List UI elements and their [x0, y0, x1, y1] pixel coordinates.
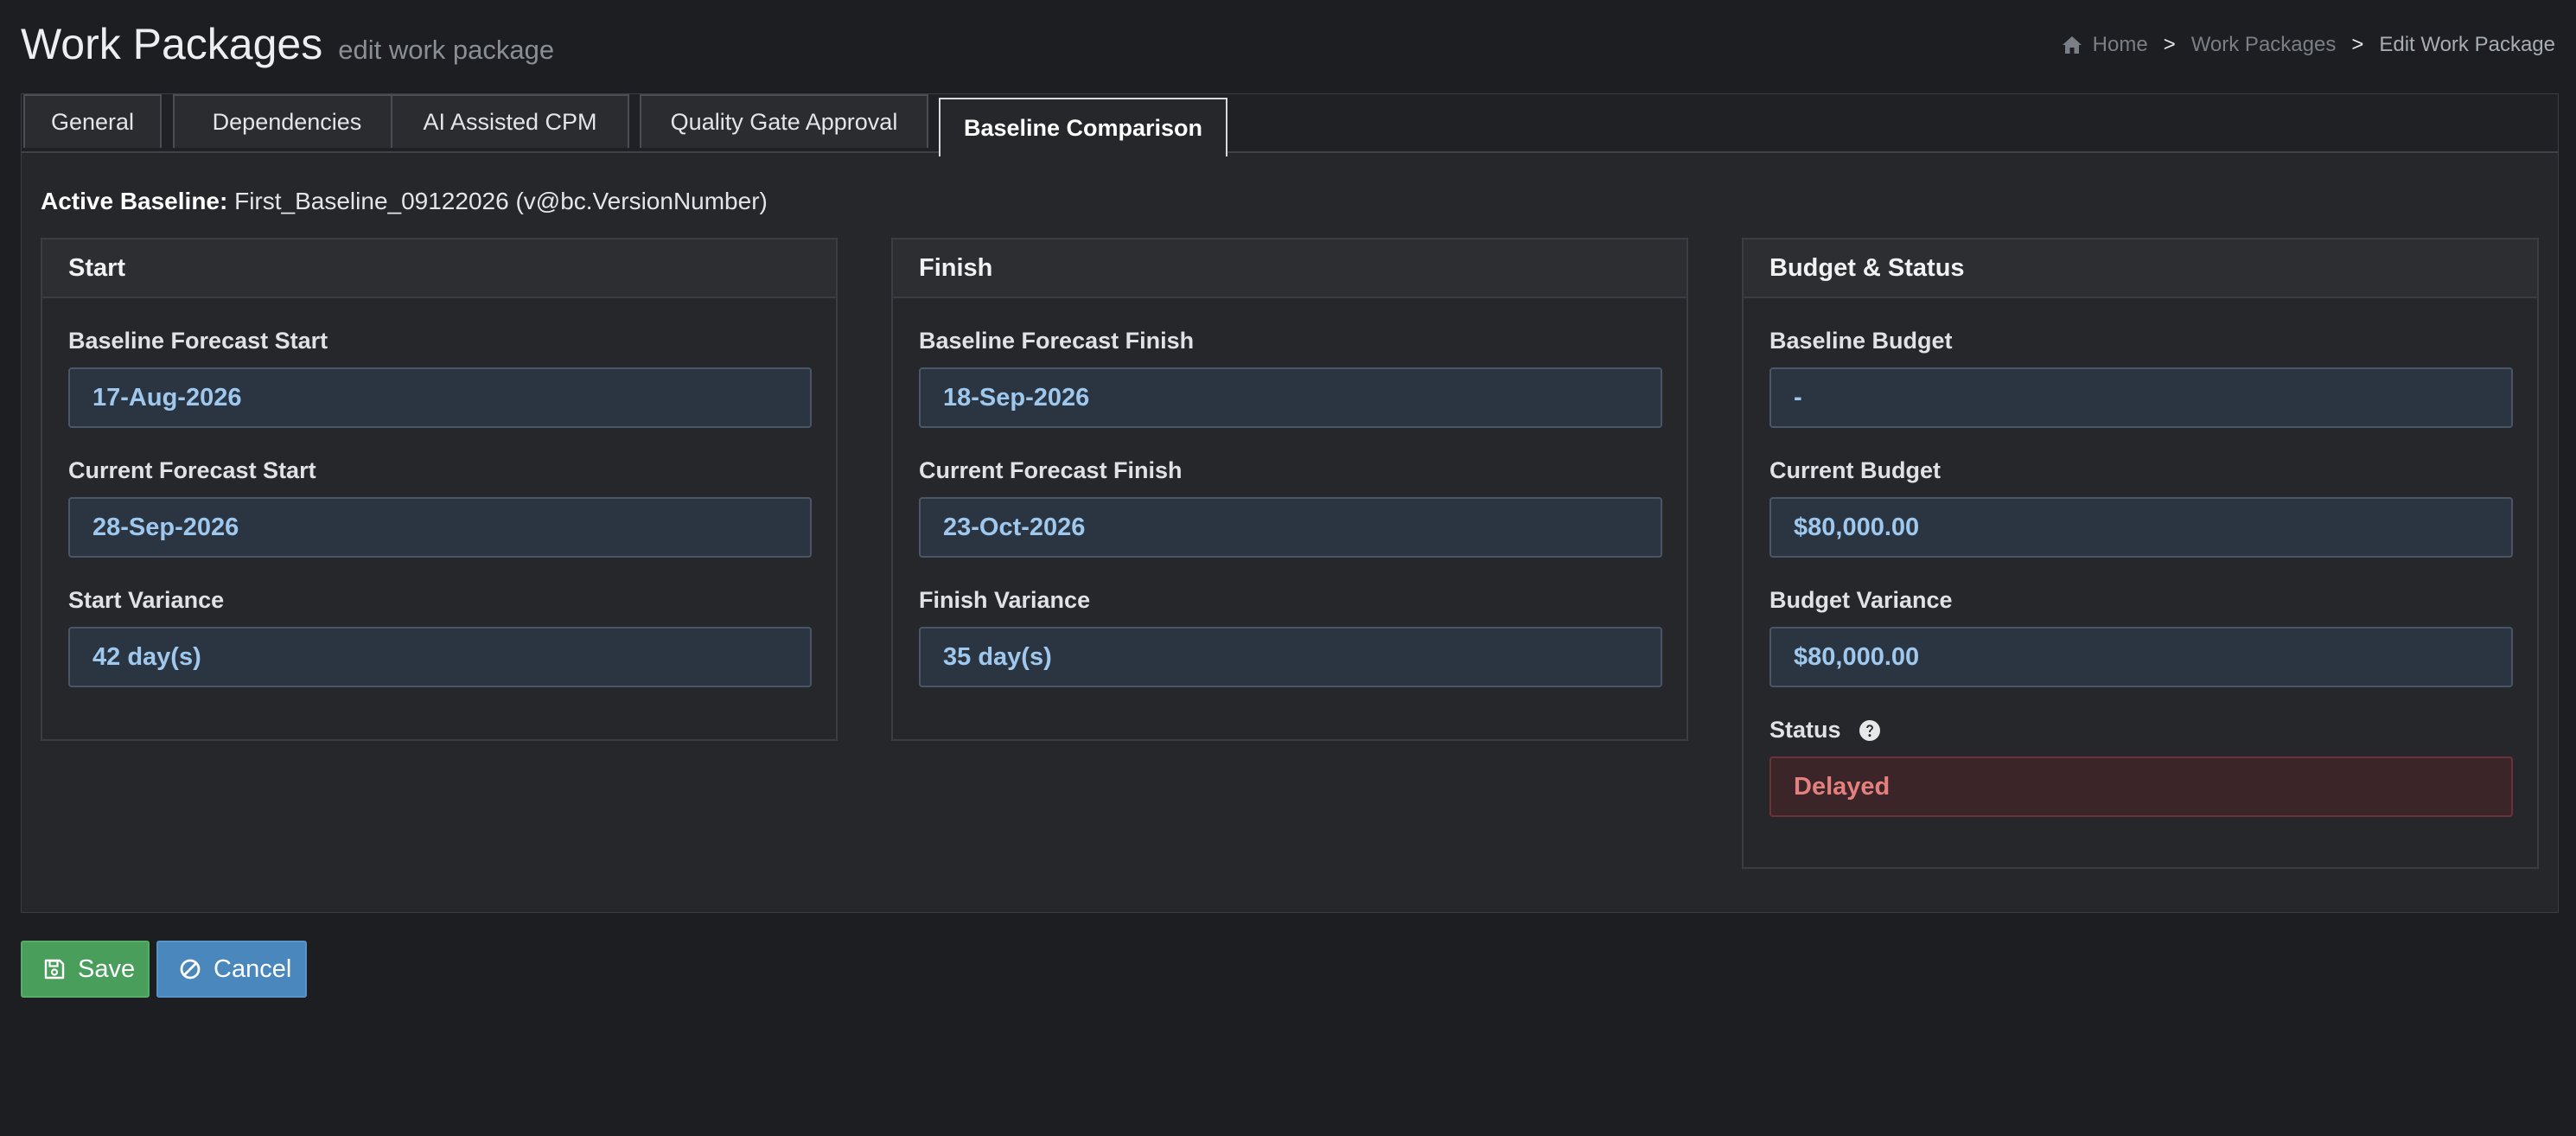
current-budget-value: $80,000.00 — [1769, 497, 2513, 558]
budget-variance-value: $80,000.00 — [1769, 627, 2513, 687]
finish-variance-label: Finish Variance — [919, 587, 1091, 613]
tab-quality-gate-approval[interactable]: Quality Gate Approval — [640, 94, 928, 148]
baseline-forecast-finish-value: 18-Sep-2026 — [919, 367, 1662, 428]
status-value: Delayed — [1769, 756, 2513, 817]
save-button-label: Save — [78, 954, 136, 983]
status-label-row: Status — [1769, 717, 1881, 744]
finish-variance-value: 35 day(s) — [919, 627, 1662, 687]
save-button[interactable]: Save — [21, 941, 150, 998]
home-icon — [2062, 36, 2082, 54]
page-title: Work Packages edit work package — [21, 16, 554, 79]
start-panel: Start Baseline Forecast Start 17-Aug-202… — [41, 238, 838, 741]
budget-status-panel-title: Budget & Status — [1744, 239, 2537, 298]
cancel-button-label: Cancel — [214, 954, 292, 983]
finish-panel: Finish Baseline Forecast Finish 18-Sep-2… — [891, 238, 1688, 741]
budget-variance-label: Budget Variance — [1769, 587, 1953, 613]
question-circle-icon[interactable] — [1859, 719, 1881, 742]
cancel-button[interactable]: Cancel — [156, 941, 307, 998]
baseline-forecast-start-label: Baseline Forecast Start — [68, 328, 328, 354]
finish-panel-title: Finish — [893, 239, 1687, 298]
breadcrumb-current: Edit Work Package — [2379, 33, 2555, 56]
current-forecast-start-value: 28-Sep-2026 — [68, 497, 812, 558]
breadcrumb-separator: > — [2163, 33, 2176, 56]
budget-status-panel: Budget & Status Baseline Budget - Curren… — [1742, 238, 2539, 869]
tab-dependencies[interactable]: Dependencies — [173, 94, 401, 148]
start-variance-label: Start Variance — [68, 587, 225, 613]
baseline-forecast-finish-label: Baseline Forecast Finish — [919, 328, 1195, 354]
breadcrumb-work-packages-link[interactable]: Work Packages — [2191, 33, 2337, 57]
ban-icon — [180, 959, 201, 980]
start-variance-value: 42 day(s) — [68, 627, 812, 687]
current-forecast-finish-label: Current Forecast Finish — [919, 457, 1183, 483]
active-baseline-value: First_Baseline_09122026 (v@bc.VersionNum… — [234, 188, 768, 214]
breadcrumb-separator: > — [2351, 33, 2364, 56]
page-title-text: Work Packages — [21, 20, 323, 68]
page-header: Work Packages edit work package Home > Wo… — [21, 16, 2555, 76]
start-panel-title: Start — [42, 239, 836, 298]
active-baseline: Active Baseline: First_Baseline_09122026… — [41, 188, 768, 215]
tab-ai-assisted-cpm[interactable]: AI Assisted CPM — [391, 94, 629, 148]
active-baseline-label: Active Baseline: — [41, 188, 228, 214]
status-label: Status — [1769, 717, 1841, 743]
tab-container: General Dependencies AI Assisted CPM Qua… — [21, 93, 2559, 913]
tab-bar: General Dependencies AI Assisted CPM Qua… — [22, 94, 2558, 156]
page-subtitle: edit work package — [338, 35, 555, 65]
current-forecast-start-label: Current Forecast Start — [68, 457, 316, 483]
breadcrumb: Home > Work Packages > Edit Work Package — [2062, 33, 2555, 57]
floppy-disk-icon — [44, 959, 65, 980]
baseline-budget-value: - — [1769, 367, 2513, 428]
tab-general[interactable]: General — [23, 94, 162, 148]
breadcrumb-home-link[interactable]: Home — [2093, 33, 2148, 57]
baseline-forecast-start-value: 17-Aug-2026 — [68, 367, 812, 428]
tab-baseline-comparison[interactable]: Baseline Comparison — [939, 98, 1227, 156]
current-budget-label: Current Budget — [1769, 457, 1941, 483]
baseline-budget-label: Baseline Budget — [1769, 328, 1953, 354]
current-forecast-finish-value: 23-Oct-2026 — [919, 497, 1662, 558]
